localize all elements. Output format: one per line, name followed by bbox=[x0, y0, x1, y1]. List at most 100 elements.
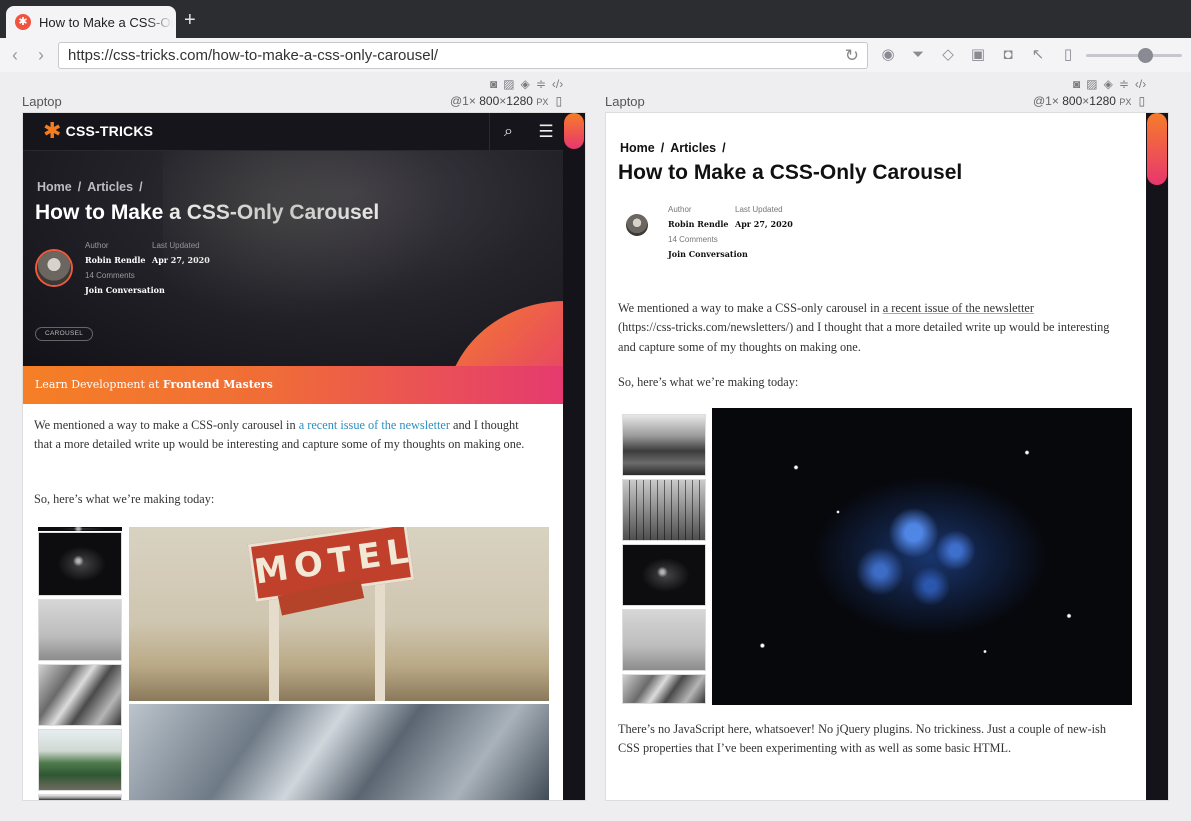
scrollbar-thumb[interactable] bbox=[1147, 113, 1167, 185]
menu-icon[interactable]: ☰ bbox=[527, 113, 565, 151]
sliders-icon[interactable]: ≑ bbox=[536, 77, 546, 91]
url-input[interactable]: https://css-tricks.com/how-to-make-a-css… bbox=[58, 42, 868, 69]
breadcrumb-home[interactable]: Home bbox=[37, 180, 72, 194]
layers-icon[interactable]: ◈ bbox=[1104, 77, 1113, 91]
search-icon[interactable]: ⌕ bbox=[489, 113, 527, 151]
scrollbar-thumb[interactable] bbox=[564, 113, 584, 149]
sliders-icon[interactable]: ≑ bbox=[1119, 77, 1129, 91]
logo-star-icon: ✱ bbox=[43, 118, 62, 143]
thumbnail[interactable] bbox=[622, 414, 706, 476]
eye-icon[interactable]: ◉ bbox=[878, 45, 898, 65]
carousel-slide[interactable] bbox=[712, 408, 1132, 705]
thumbnail[interactable] bbox=[38, 532, 122, 596]
comments-meta: 14 Comments Join Conversation bbox=[668, 233, 748, 261]
tag-pill[interactable]: CAROUSEL bbox=[35, 327, 94, 341]
breadcrumb-sep: / bbox=[660, 141, 665, 155]
author-label: Author bbox=[668, 205, 692, 214]
filter-icon[interactable]: ⏷ bbox=[908, 45, 928, 65]
article-paragraph: So, here’s what we’re making today: bbox=[34, 492, 215, 506]
image-icon[interactable]: ▨ bbox=[503, 77, 514, 91]
page-title: How to Make a CSS-Only Carousel bbox=[35, 201, 380, 224]
camera-icon[interactable]: ◘ bbox=[998, 45, 1018, 65]
author-meta: Author Robin Rendle bbox=[668, 203, 729, 231]
back-icon[interactable]: ‹ bbox=[2, 45, 28, 66]
updated-meta: Last Updated Apr 27, 2020 bbox=[735, 203, 793, 231]
thumbnail[interactable] bbox=[622, 479, 706, 541]
browser-tab[interactable]: ✱ How to Make a CSS-Only Carousel bbox=[6, 6, 176, 38]
tab-title: How to Make a CSS-Only Carousel bbox=[39, 14, 173, 30]
newsletter-link[interactable]: a recent issue of the newsletter bbox=[883, 301, 1034, 315]
author-name[interactable]: Robin Rendle bbox=[668, 217, 729, 231]
logo-text: CSS-TRICKS bbox=[65, 123, 154, 139]
code-icon[interactable]: ‹/› bbox=[552, 77, 563, 91]
avatar[interactable] bbox=[626, 214, 648, 236]
author-name[interactable]: Robin Rendle bbox=[85, 253, 146, 267]
code-icon[interactable]: ‹/› bbox=[1135, 77, 1146, 91]
promo-text: Learn Development at bbox=[35, 378, 163, 391]
article-hero: Home / Articles / How to Make a CSS-Only Ca… bbox=[23, 151, 565, 366]
phone-icon[interactable]: ▯ bbox=[556, 94, 563, 108]
article-paragraph: We mentioned a way to make a CSS-only ca… bbox=[618, 299, 1116, 357]
device-tools: ◙ ▨ ◈ ≑ ‹/› bbox=[1073, 77, 1146, 91]
site-logo[interactable]: ✱ CSS-TRICKS bbox=[43, 118, 154, 143]
breadcrumb-articles[interactable]: Articles bbox=[87, 180, 133, 194]
forward-icon[interactable]: › bbox=[28, 45, 54, 66]
scrollbar-track[interactable] bbox=[563, 113, 585, 800]
device-frame-left[interactable]: ✱ CSS-TRICKS ⌕ ☰ Home / Articles / How to M… bbox=[22, 112, 586, 801]
device-unit: PX bbox=[536, 97, 549, 107]
device-width[interactable]: 800 bbox=[479, 94, 499, 108]
thumbnail[interactable] bbox=[38, 664, 122, 726]
device-scale: @1× bbox=[1033, 94, 1059, 108]
author-label: Author bbox=[85, 241, 109, 250]
layers-icon[interactable]: ◈ bbox=[521, 77, 530, 91]
breadcrumb-articles[interactable]: Articles bbox=[670, 141, 716, 155]
breadcrumb-home[interactable]: Home bbox=[620, 141, 655, 155]
zoom-slider[interactable] bbox=[1086, 48, 1182, 63]
new-tab-icon[interactable]: + bbox=[184, 10, 196, 30]
comments-meta: 14 Comments Join Conversation bbox=[85, 269, 165, 297]
reload-icon[interactable]: ↻ bbox=[845, 46, 859, 66]
browser-tab-bar: ✱ How to Make a CSS-Only Carousel + bbox=[0, 0, 1191, 38]
device-width[interactable]: 800 bbox=[1062, 94, 1082, 108]
thumbnail[interactable] bbox=[622, 609, 706, 671]
thumbnail[interactable] bbox=[622, 674, 706, 704]
favicon-icon: ✱ bbox=[15, 14, 31, 30]
devices-icon[interactable]: ▣ bbox=[968, 45, 988, 65]
promo-banner[interactable]: Learn Development at Frontend Masters bbox=[23, 366, 565, 404]
breadcrumb-sep: / bbox=[722, 141, 726, 155]
thumbnail[interactable] bbox=[38, 599, 122, 661]
avatar[interactable] bbox=[37, 251, 71, 285]
updated-date: Apr 27, 2020 bbox=[152, 255, 210, 265]
layers-icon[interactable]: ◇ bbox=[938, 45, 958, 65]
thumbnail[interactable] bbox=[38, 794, 122, 800]
thumbnail[interactable] bbox=[38, 729, 122, 791]
device-height[interactable]: 1280 bbox=[1089, 94, 1116, 108]
join-conversation-link[interactable]: Join Conversation bbox=[85, 283, 165, 297]
thumbnail[interactable] bbox=[38, 527, 122, 531]
thumbnail[interactable] bbox=[622, 544, 706, 606]
comments-count[interactable]: 14 Comments bbox=[668, 233, 748, 247]
promo-link[interactable]: Frontend Masters bbox=[163, 378, 273, 391]
scrollbar-track[interactable] bbox=[1146, 113, 1168, 800]
carousel-slide[interactable] bbox=[129, 704, 549, 800]
screenshot-icon[interactable]: ◙ bbox=[1073, 77, 1080, 91]
zoom-slider-knob[interactable] bbox=[1138, 48, 1153, 63]
device-frame-right[interactable]: Home / Articles / How to Make a CSS-Only Ca… bbox=[605, 112, 1169, 801]
newsletter-link[interactable]: a recent issue of the newsletter bbox=[299, 418, 450, 432]
comments-count[interactable]: 14 Comments bbox=[85, 269, 165, 283]
device-label: Laptop bbox=[22, 94, 62, 109]
sidebar-icon[interactable]: ▯ bbox=[1058, 45, 1078, 65]
device-height[interactable]: 1280 bbox=[506, 94, 533, 108]
toolbar-icons: ◉ ⏷ ◇ ▣ ◘ ↖ ▯ bbox=[878, 45, 1078, 65]
site-header: ✱ CSS-TRICKS ⌕ ☰ bbox=[23, 113, 565, 151]
phone-icon[interactable]: ▯ bbox=[1139, 94, 1146, 108]
hero-gradient-curve bbox=[445, 301, 565, 366]
breadcrumb-sep: / bbox=[139, 180, 143, 194]
article-paragraph: There’s no JavaScript here, whatsoever! … bbox=[618, 722, 1106, 756]
inspect-icon[interactable]: ↖ bbox=[1028, 45, 1048, 65]
screenshot-icon[interactable]: ◙ bbox=[490, 77, 497, 91]
join-conversation-link[interactable]: Join Conversation bbox=[668, 247, 748, 261]
carousel-slide[interactable]: MOTEL bbox=[129, 527, 549, 701]
image-icon[interactable]: ▨ bbox=[1086, 77, 1097, 91]
article-paragraph: We mentioned a way to make a CSS-only ca… bbox=[34, 416, 534, 455]
